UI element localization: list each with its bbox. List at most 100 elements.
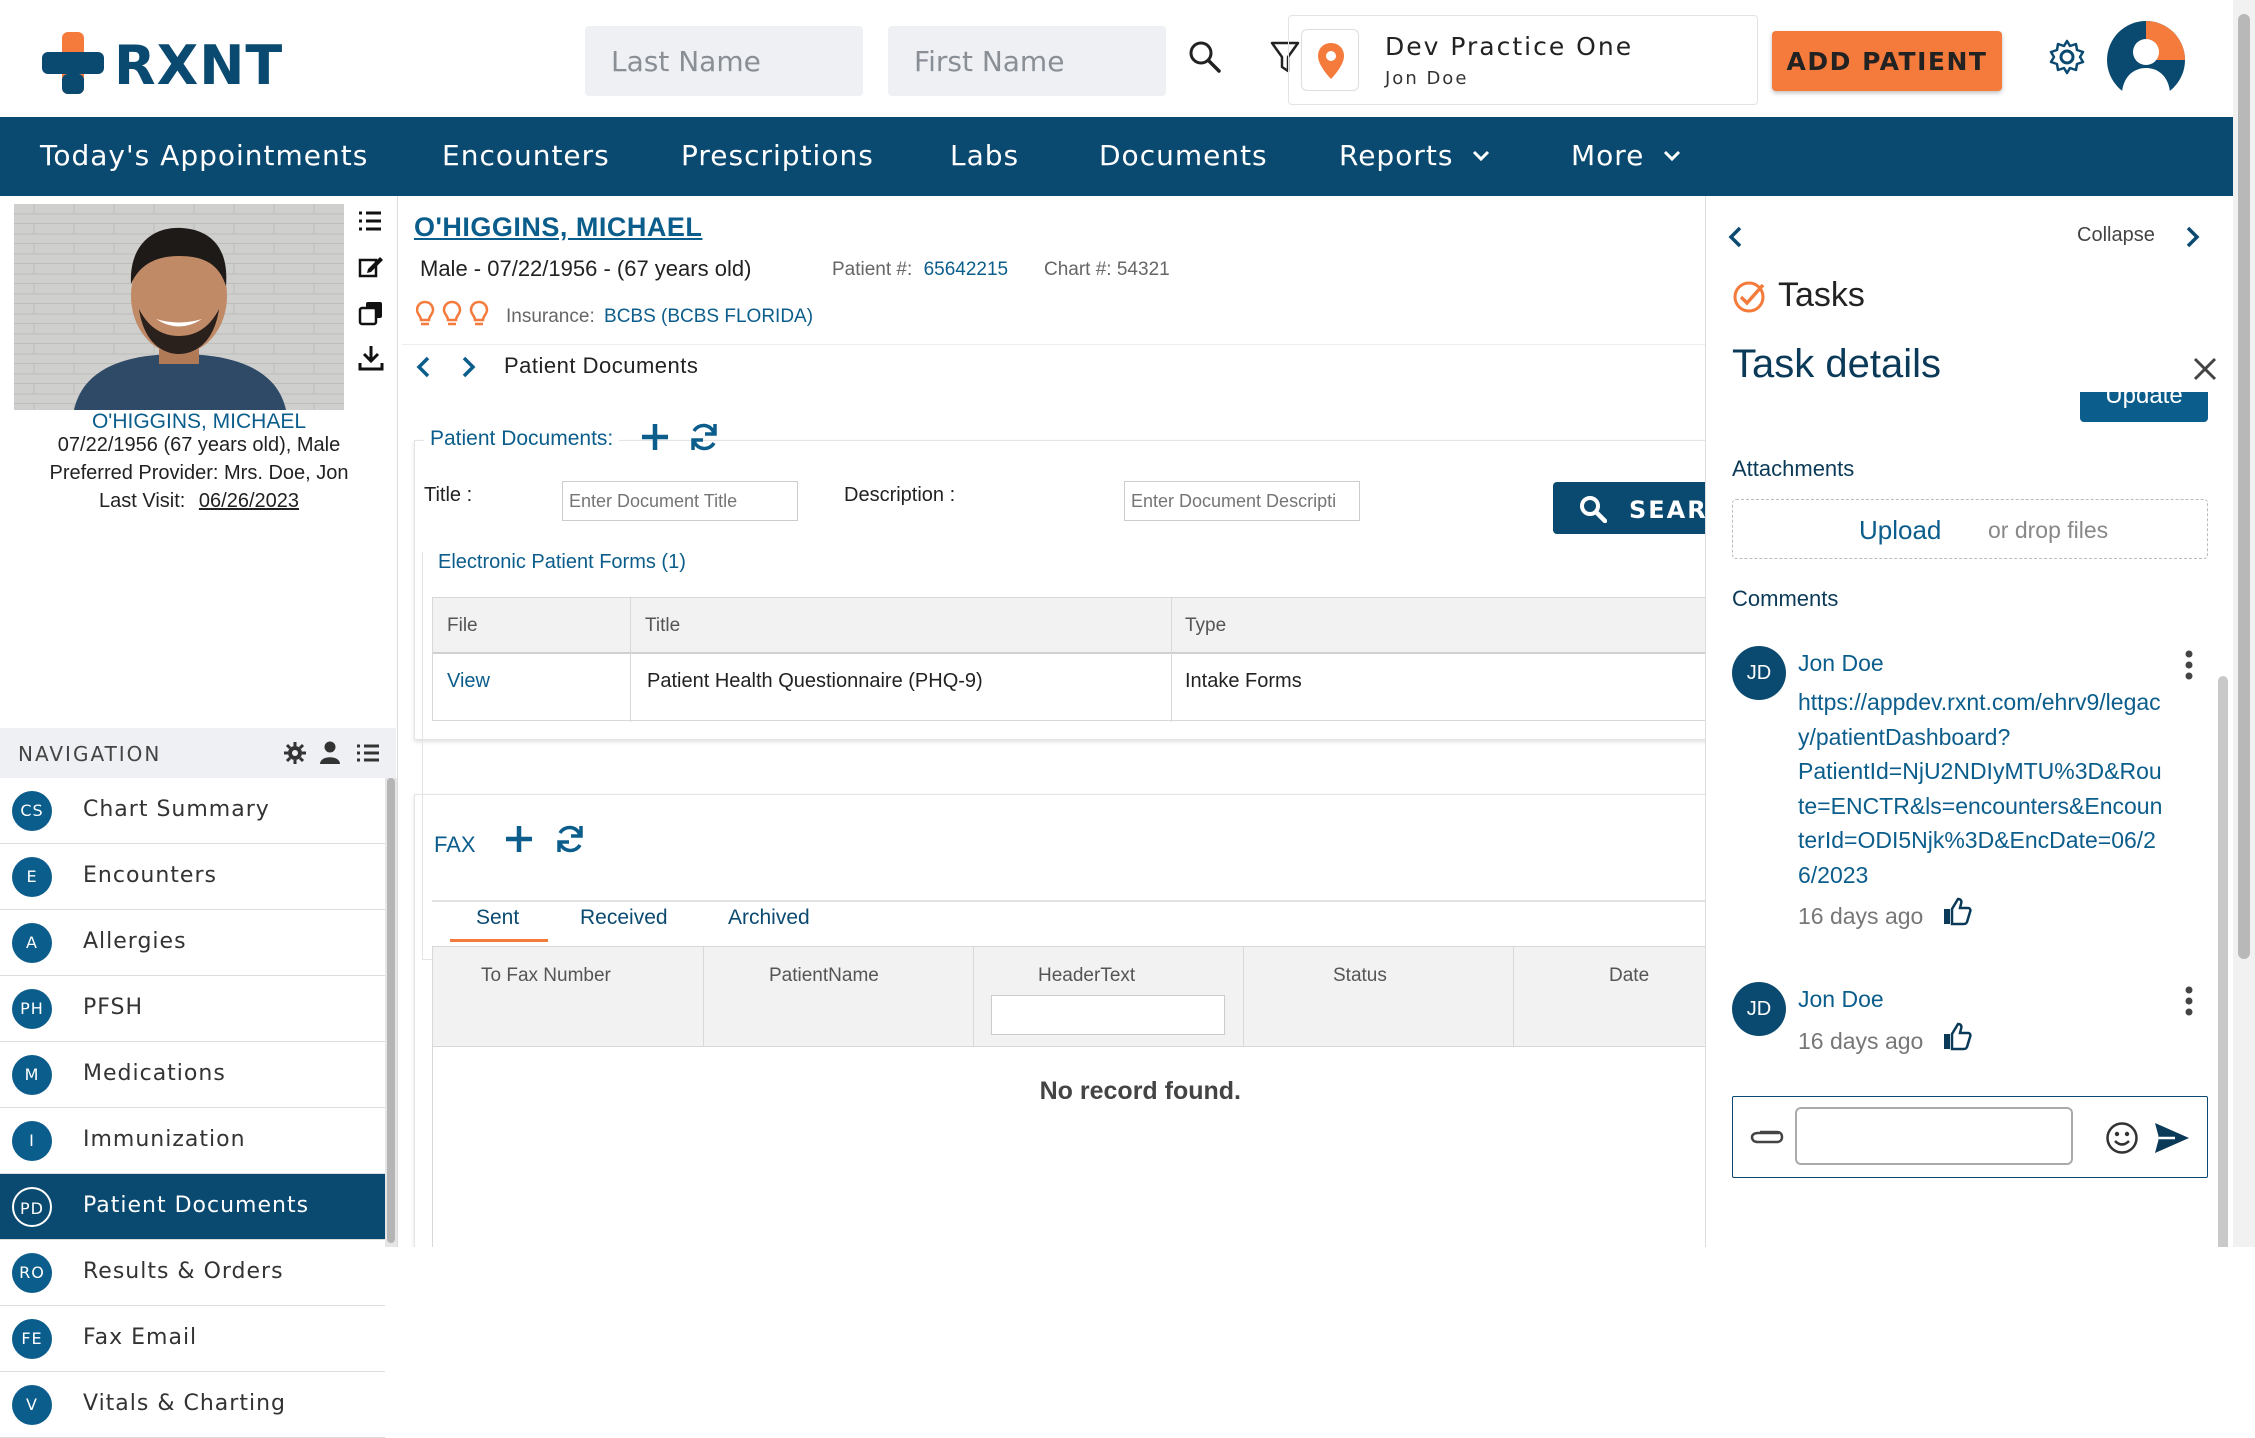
tab-archived[interactable]: Archived [728,906,810,930]
settings-gear-icon[interactable] [2049,39,2085,75]
alert-bulbs-icon[interactable] [416,300,496,330]
comment-textarea[interactable] [1795,1107,2073,1165]
add-document-plus-icon[interactable] [640,422,670,452]
left-nav-vitals-charting[interactable]: V Vitals & Charting [0,1372,385,1438]
nav-prescriptions[interactable]: Prescriptions [681,139,874,172]
page-scrollbar[interactable] [2233,0,2255,1247]
nav-label: Medications [83,1061,226,1086]
nav-label: Fax Email [83,1325,198,1350]
collapse-label[interactable]: Collapse [2077,224,2155,247]
col-file[interactable]: File [447,615,478,637]
nav-labs[interactable]: Labs [950,139,1019,172]
tasks-scroll-thumb[interactable] [2218,676,2228,1247]
nav-todays-appointments[interactable]: Today's Appointments [40,139,368,172]
reports-chevron-down-icon[interactable] [1472,149,1490,163]
patient-card-dob: 07/22/1956 (67 years old), Male [57,434,341,456]
page-scroll-thumb[interactable] [2238,14,2250,959]
header-text-filter-input[interactable] [991,995,1225,1035]
patient-number-value[interactable]: 65642215 [924,259,1009,280]
last-visit-date[interactable]: 06/26/2023 [199,490,299,512]
last-name-input[interactable] [585,26,863,96]
search-icon[interactable] [1188,40,1222,74]
comment-link-line[interactable]: y/patientDashboard? [1798,720,2162,755]
left-nav-patient-documents[interactable]: PD Patient Documents [0,1174,385,1240]
like-thumb-icon[interactable] [1942,1021,1972,1051]
nav-reports[interactable]: Reports [1339,139,1453,172]
back-chevron-icon[interactable] [416,356,432,378]
list-icon[interactable] [358,210,382,232]
left-nav-immunization[interactable]: I Immunization [0,1108,385,1174]
left-nav-chart-summary[interactable]: CS Chart Summary [0,778,385,844]
left-nav-results-orders[interactable]: RO Results & Orders [0,1240,385,1306]
left-nav-scrollbar[interactable] [385,778,397,1247]
navigation-heading: NAVIGATION [18,742,162,766]
main-navigation: Today's Appointments Encounters Prescrip… [0,117,2233,196]
refresh-documents-icon[interactable] [688,421,720,453]
nav-settings-gear-icon[interactable] [284,742,306,764]
comment-link-line[interactable]: 6/2023 [1798,858,2162,893]
nav-documents[interactable]: Documents [1099,139,1268,172]
first-name-input[interactable] [888,26,1166,96]
col-date[interactable]: Date [1609,965,1649,987]
col-to-fax-number[interactable]: To Fax Number [481,965,611,987]
comment-link-line[interactable]: te=ENCTR&ls=encounters&Encoun [1798,789,2162,824]
upload-link[interactable]: Upload [1859,515,1941,546]
nav-label: Encounters [83,863,217,888]
col-status[interactable]: Status [1333,965,1387,987]
document-title-input[interactable] [562,481,798,521]
user-avatar-icon[interactable] [2106,20,2186,100]
left-nav-fax-email[interactable]: FE Fax Email [0,1306,385,1372]
forward-chevron-icon[interactable] [460,356,476,378]
upload-dropzone[interactable]: Upload or drop files [1732,499,2208,559]
col-type[interactable]: Type [1185,615,1226,637]
more-chevron-down-icon[interactable] [1663,149,1681,163]
refresh-fax-icon[interactable] [554,823,586,855]
comment-author[interactable]: Jon Doe [1798,986,1884,1013]
collapse-chevron-icon[interactable] [2184,226,2200,248]
nav-person-icon[interactable] [320,741,340,765]
comment-link[interactable]: https://appdev.rxnt.com/ehrv9/legac y/pa… [1798,685,2162,892]
tab-sent-label[interactable]: Sent [476,906,519,930]
comment-link-line[interactable]: PatientId=NjU2NDIyMTU%3D&Rou [1798,754,2162,789]
practice-selector[interactable]: Dev Practice One Jon Doe [1288,15,1758,105]
nav-list-icon[interactable] [356,743,380,763]
nav-encounters[interactable]: Encounters [442,139,610,172]
document-description-input[interactable] [1124,481,1360,521]
left-nav-scroll-thumb[interactable] [387,778,395,1243]
col-patient-name[interactable]: PatientName [769,965,879,987]
download-icon[interactable] [358,345,384,371]
comment-author[interactable]: Jon Doe [1798,650,1884,677]
like-thumb-icon[interactable] [1942,896,1972,926]
insurance-value[interactable]: BCBS (BCBS FLORIDA) [604,306,813,327]
comment-link-line[interactable]: https://appdev.rxnt.com/ehrv9/legac [1798,685,2162,720]
copy-icon[interactable] [358,300,384,326]
close-icon[interactable] [2192,356,2218,382]
search-documents-button[interactable]: SEARC [1553,482,1705,534]
col-header-text[interactable]: HeaderText [1038,965,1135,987]
col-divider [630,598,631,722]
emoji-icon[interactable] [2105,1121,2139,1155]
add-fax-plus-icon[interactable] [504,824,534,854]
col-title[interactable]: Title [645,615,680,637]
patient-card-name[interactable]: O'HIGGINS, MICHAEL [0,410,398,434]
update-button[interactable]: Update [2080,392,2208,422]
comment-more-icon[interactable] [2184,650,2194,680]
edit-icon[interactable] [358,255,384,279]
nav-more[interactable]: More [1571,139,1644,172]
send-icon[interactable] [2153,1121,2191,1155]
top-header: RXNT Dev Practice One Jon Doe ADD PATIEN… [0,0,2233,117]
patient-name-title[interactable]: O'HIGGINS, MICHAEL [414,212,702,243]
left-nav-pfsh[interactable]: PH PFSH [0,976,385,1042]
patient-card-last-visit: Last Visit: 06/26/2023 [0,490,398,513]
left-nav-medications[interactable]: M Medications [0,1042,385,1108]
comment-more-icon[interactable] [2184,986,2194,1016]
left-nav-encounters[interactable]: E Encounters [0,844,385,910]
paperclip-icon[interactable] [1749,1125,1785,1147]
comment-link-line[interactable]: terId=ODI5Njk%3D&EncDate=06/2 [1798,823,2162,858]
left-nav-allergies[interactable]: A Allergies [0,910,385,976]
add-patient-button[interactable]: ADD PATIENT [1772,31,2002,91]
tab-received[interactable]: Received [580,906,668,930]
tasks-back-chevron-icon[interactable] [1728,226,1744,248]
rxnt-logo[interactable]: RXNT [42,30,282,97]
form-view-link[interactable]: View [447,670,490,693]
